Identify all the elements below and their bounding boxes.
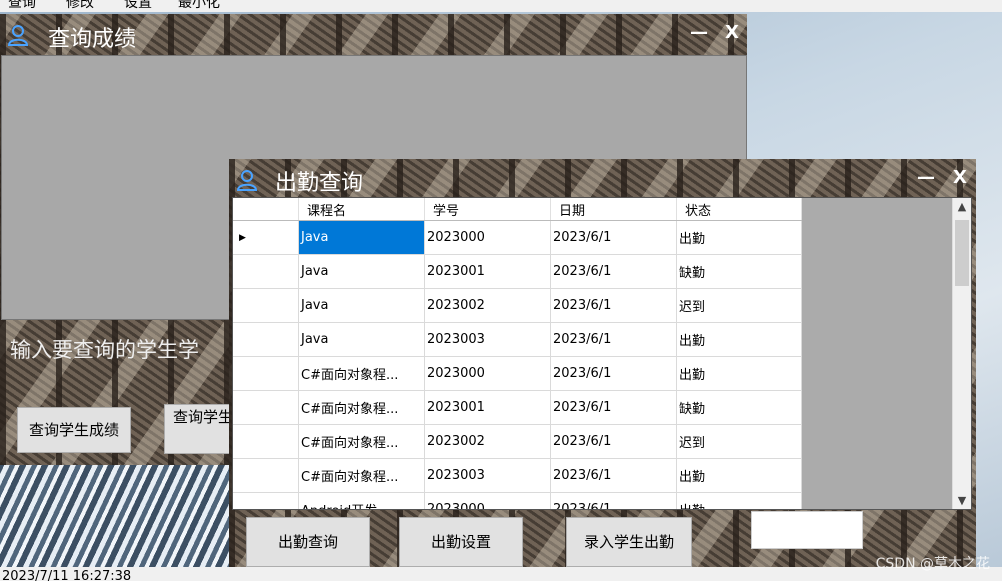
record-attendance-button[interactable]: 录入学生出勤 [566,517,692,567]
cell-student-id[interactable]: 2023003 [424,322,551,357]
attendance-query-window: 出勤查询 — X 课程名 学号 日期 状态 ▶ Java 2023000 2023/6… [229,159,976,567]
cell-student-id[interactable]: 2023002 [424,424,551,459]
scrollbar-thumb[interactable] [955,220,969,286]
cell-date[interactable]: 2023/6/1 [550,356,677,391]
minimize-button[interactable]: — [917,164,935,192]
cell-status[interactable]: 迟到 [676,288,802,323]
cell-date[interactable]: 2023/6/1 [550,458,677,493]
scroll-down-icon[interactable]: ▼ [953,494,971,507]
cell-status[interactable]: 缺勤 [676,390,802,425]
column-header-course[interactable]: 课程名 [298,198,425,221]
attendance-input-box[interactable] [751,511,863,549]
cell-course[interactable]: Java [298,322,425,357]
cell-status[interactable]: 迟到 [676,424,802,459]
column-header-status[interactable]: 状态 [676,198,802,221]
row-header[interactable] [233,254,299,289]
table-row[interactable]: Java 2023001 2023/6/1 缺勤 [233,254,802,289]
cell-course[interactable]: C#面向对象程... [298,458,425,493]
row-header[interactable] [233,288,299,323]
cell-status[interactable]: 出勤 [676,492,802,509]
cell-student-id[interactable]: 2023000 [424,356,551,391]
cell-student-id[interactable]: 2023000 [424,492,551,509]
menu-item-modify[interactable]: 修改 [66,0,94,12]
attendance-settings-button[interactable]: 出勤设置 [399,517,523,567]
attendance-query-button[interactable]: 出勤查询 [246,517,370,567]
row-header[interactable] [233,356,299,391]
table-row[interactable]: C#面向对象程... 2023003 2023/6/1 出勤 [233,458,802,493]
cell-student-id[interactable]: 2023001 [424,254,551,289]
close-button[interactable]: X [953,164,967,192]
table-row[interactable]: ▶ Java 2023000 2023/6/1 出勤 [233,220,802,255]
score-window-titlebar[interactable]: 查询成绩 — X [0,14,747,54]
row-header[interactable] [233,322,299,357]
row-header-corner [233,198,299,221]
score-window-title: 查询成绩 [48,27,137,52]
cell-status[interactable]: 出勤 [676,220,802,255]
student-id-prompt: 输入要查询的学生学 [10,338,199,362]
cell-date[interactable]: 2023/6/1 [550,254,677,289]
table-row[interactable]: C#面向对象程... 2023002 2023/6/1 迟到 [233,424,802,459]
cell-student-id[interactable]: 2023000 [424,220,551,255]
status-bar: 2023/7/11 16:27:38 [0,567,1002,581]
cell-course[interactable]: Java [298,220,425,255]
menu-item-minimize[interactable]: 最小化 [178,0,220,12]
user-icon [7,25,29,46]
vertical-scrollbar[interactable]: ▲ ▼ [952,198,971,509]
cell-course[interactable]: C#面向对象程... [298,356,425,391]
watermark: CSDN @草木之花 [875,556,990,572]
cell-status[interactable]: 出勤 [676,322,802,357]
cell-date[interactable]: 2023/6/1 [550,288,677,323]
cell-course[interactable]: Java [298,288,425,323]
current-row-indicator-icon[interactable]: ▶ [233,220,299,255]
cell-status[interactable]: 缺勤 [676,254,802,289]
cell-status[interactable]: 出勤 [676,356,802,391]
row-header[interactable] [233,390,299,425]
query-score-button[interactable]: 查询学生成绩 [17,407,131,453]
user-icon [236,170,258,191]
status-datetime: 2023/7/11 16:27:38 [2,569,132,581]
attendance-window-titlebar[interactable]: 出勤查询 — X [229,159,976,197]
cell-student-id[interactable]: 2023002 [424,288,551,323]
column-header-date[interactable]: 日期 [550,198,677,221]
cell-course[interactable]: Android开发 [298,492,425,509]
cell-course[interactable]: Java [298,254,425,289]
table-row[interactable]: C#面向对象程... 2023000 2023/6/1 出勤 [233,356,802,391]
cell-course[interactable]: C#面向对象程... [298,424,425,459]
table-row[interactable]: Android开发20230002023/6/1出勤 [233,492,802,509]
cell-date[interactable]: 2023/6/1 [550,424,677,459]
cell-student-id[interactable]: 2023003 [424,458,551,493]
minimize-button[interactable]: — [690,19,708,47]
scroll-up-icon[interactable]: ▲ [953,200,971,213]
menu-item-query[interactable]: 查询 [8,0,36,12]
close-button[interactable]: X [725,19,739,47]
row-header[interactable] [233,458,299,493]
row-header[interactable] [233,492,299,509]
cell-date[interactable]: 2023/6/1 [550,390,677,425]
table-row[interactable]: Java 2023002 2023/6/1 迟到 [233,288,802,323]
menu-item-settings[interactable]: 设置 [124,0,152,12]
snowy-forest-background [0,460,240,567]
attendance-window-title: 出勤查询 [275,171,364,196]
table-row[interactable]: Java 2023003 2023/6/1 出勤 [233,322,802,357]
cell-status[interactable]: 出勤 [676,458,802,493]
row-header[interactable] [233,424,299,459]
attendance-table: 课程名 学号 日期 状态 ▶ Java 2023000 2023/6/1 出勤 Java 2… [233,198,802,509]
cell-student-id[interactable]: 2023001 [424,390,551,425]
table-row[interactable]: C#面向对象程... 2023001 2023/6/1 缺勤 [233,390,802,425]
cell-date[interactable]: 2023/6/1 [550,492,677,509]
cell-date[interactable]: 2023/6/1 [550,322,677,357]
cell-date[interactable]: 2023/6/1 [550,220,677,255]
cell-course[interactable]: C#面向对象程... [298,390,425,425]
attendance-data-grid[interactable]: 课程名 学号 日期 状态 ▶ Java 2023000 2023/6/1 出勤 Java 2… [232,197,972,510]
menu-bar: 查询 修改 设置 最小化 [0,0,1002,12]
column-header-student-id[interactable]: 学号 [424,198,551,221]
